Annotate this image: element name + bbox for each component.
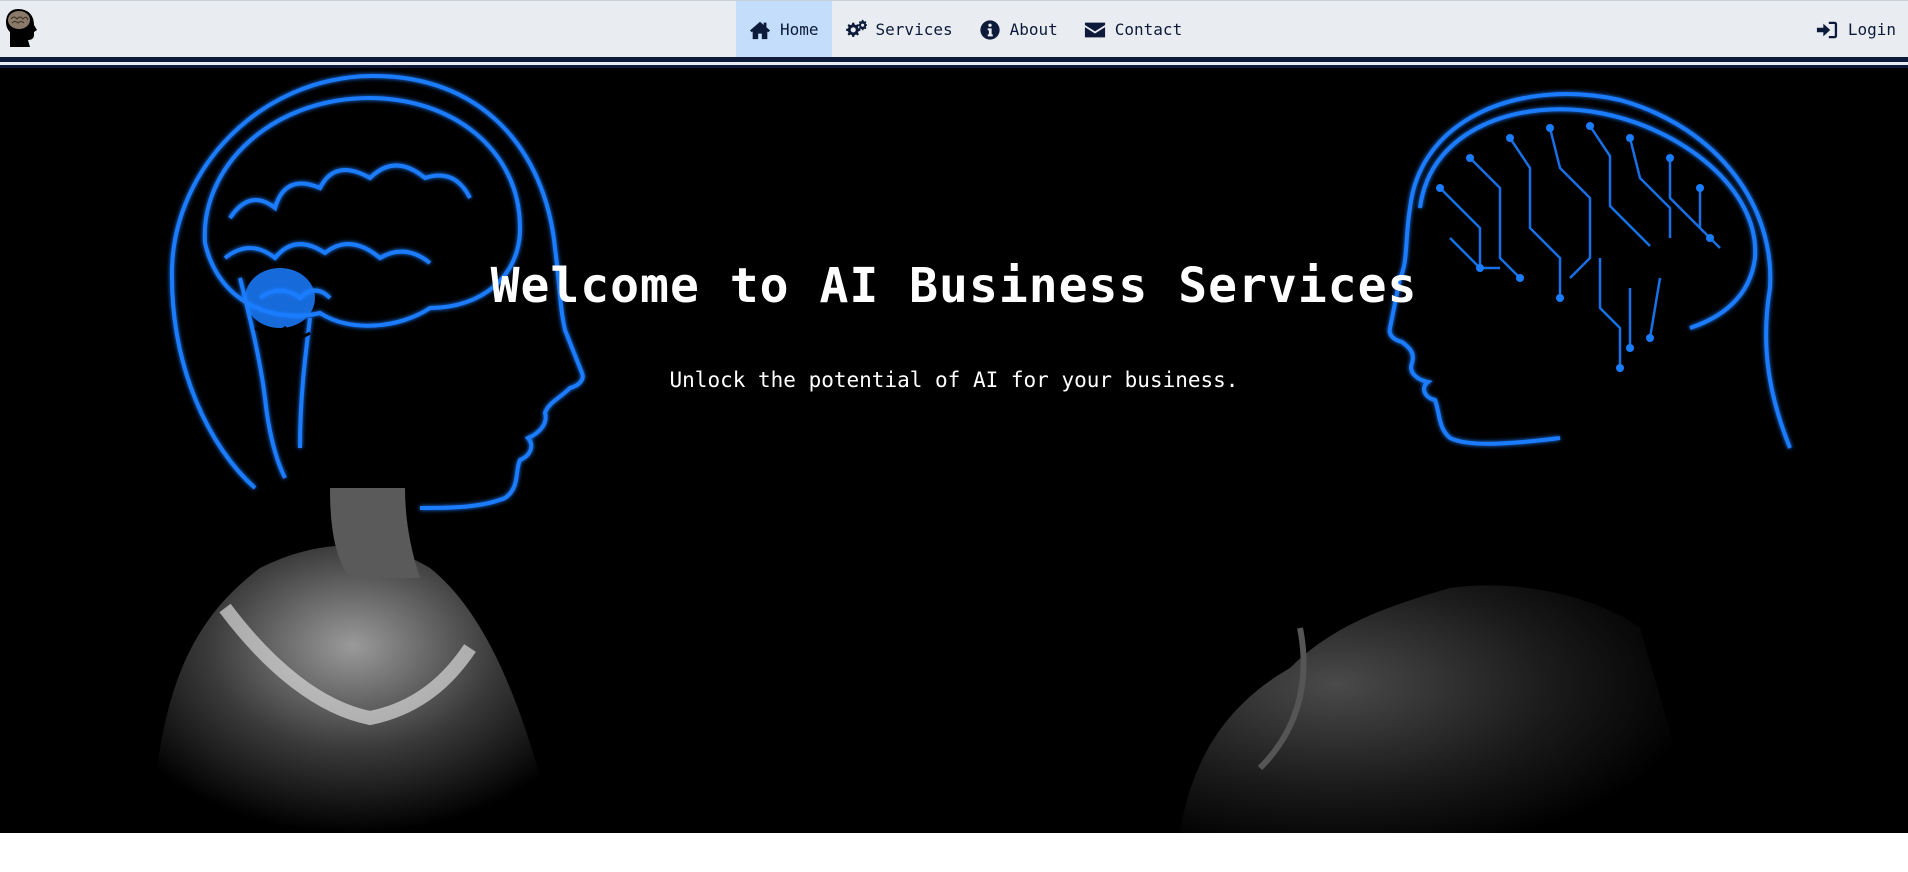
envelope-icon [1084,22,1105,37]
login-label: Login [1847,20,1896,39]
brain-head-logo-icon[interactable] [4,7,38,49]
nav-item-about[interactable]: About [966,1,1071,58]
nav-item-label: About [1009,20,1058,39]
nav-item-label: Contact [1114,20,1183,39]
main-nav-menu: Home Services About Contact [736,1,1195,58]
top-navbar: Home Services About Contact Login [0,0,1908,58]
nav-item-contact[interactable]: Contact [1071,1,1195,58]
info-circle-icon [979,19,1000,40]
hero-title: Welcome to AI Business Services [490,258,1418,314]
hero-background-image [150,73,1792,833]
nav-item-label: Home [780,20,819,39]
login-link[interactable]: Login [1816,1,1896,58]
sign-in-icon [1816,21,1837,38]
nav-item-label: Services [875,20,953,39]
nav-item-services[interactable]: Services [832,1,966,58]
gears-icon [845,19,867,37]
home-icon [749,21,771,39]
hero-subtitle: Unlock the potential of AI for your busi… [669,368,1239,392]
nav-item-home[interactable]: Home [736,1,832,58]
hero-banner: Welcome to AI Business Services Unlock t… [0,68,1908,833]
